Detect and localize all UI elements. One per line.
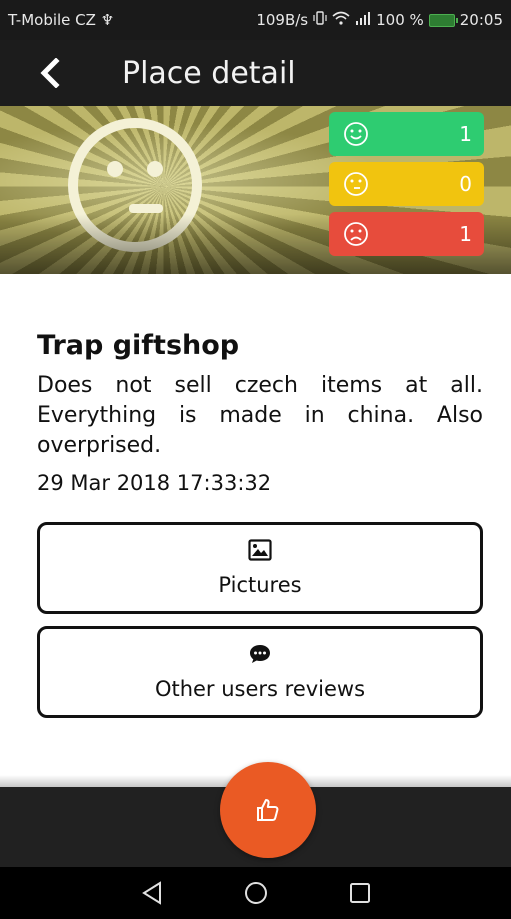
status-bar: T-Mobile CZ ♆ 109B/s 100 % 20:05 <box>0 0 511 40</box>
neutral-counter: 0 <box>329 162 484 206</box>
sad-face-icon <box>344 222 368 246</box>
sad-counter: 1 <box>329 212 484 256</box>
carrier-label: T-Mobile CZ <box>8 11 96 29</box>
back-button[interactable] <box>38 58 82 88</box>
square-recents-icon[interactable] <box>349 882 371 904</box>
system-nav-bar <box>0 867 511 919</box>
review-date: 29 Mar 2018 17:33:32 <box>37 471 272 495</box>
place-description: Does not sell czech items at all. Everyt… <box>37 373 483 458</box>
battery-icon <box>428 13 458 27</box>
pictures-label: Pictures <box>218 573 302 597</box>
happy-face-icon <box>344 122 368 146</box>
neutral-face-small-icon <box>344 172 368 196</box>
reviews-button[interactable]: Other users reviews <box>37 626 483 718</box>
place-name: Trap giftshop <box>37 330 240 361</box>
place-details: Trap giftshop Does not sell czech items … <box>37 330 483 495</box>
chevron-left-icon <box>40 58 60 88</box>
thumbs-up-icon <box>257 799 279 821</box>
net-speed: 109B/s <box>256 11 309 29</box>
battery-percent: 100 % <box>376 11 424 29</box>
app-bar: Place detail <box>0 40 511 106</box>
circle-home-icon[interactable] <box>244 881 268 905</box>
comment-dots-icon <box>250 645 270 663</box>
neutral-count: 0 <box>459 172 472 196</box>
happy-counter: 1 <box>329 112 484 156</box>
signal-icon <box>355 11 371 29</box>
wifi-icon <box>332 11 350 29</box>
rate-fab-button[interactable] <box>220 762 316 858</box>
page-title: Place detail <box>122 55 296 91</box>
neutral-face-icon <box>68 118 202 252</box>
happy-count: 1 <box>459 122 472 146</box>
sad-count: 1 <box>459 222 472 246</box>
status-right: 109B/s 100 % 20:05 <box>256 11 503 29</box>
reviews-label: Other users reviews <box>154 677 366 701</box>
mood-counters: 1 0 1 <box>329 112 484 262</box>
usb-icon: ♆ <box>100 11 115 29</box>
triangle-back-icon[interactable] <box>141 881 163 905</box>
status-left: T-Mobile CZ ♆ <box>8 11 114 29</box>
vibrate-icon <box>313 11 327 29</box>
image-icon <box>248 539 272 561</box>
pictures-button[interactable]: Pictures <box>37 522 483 614</box>
clock: 20:05 <box>459 11 503 29</box>
